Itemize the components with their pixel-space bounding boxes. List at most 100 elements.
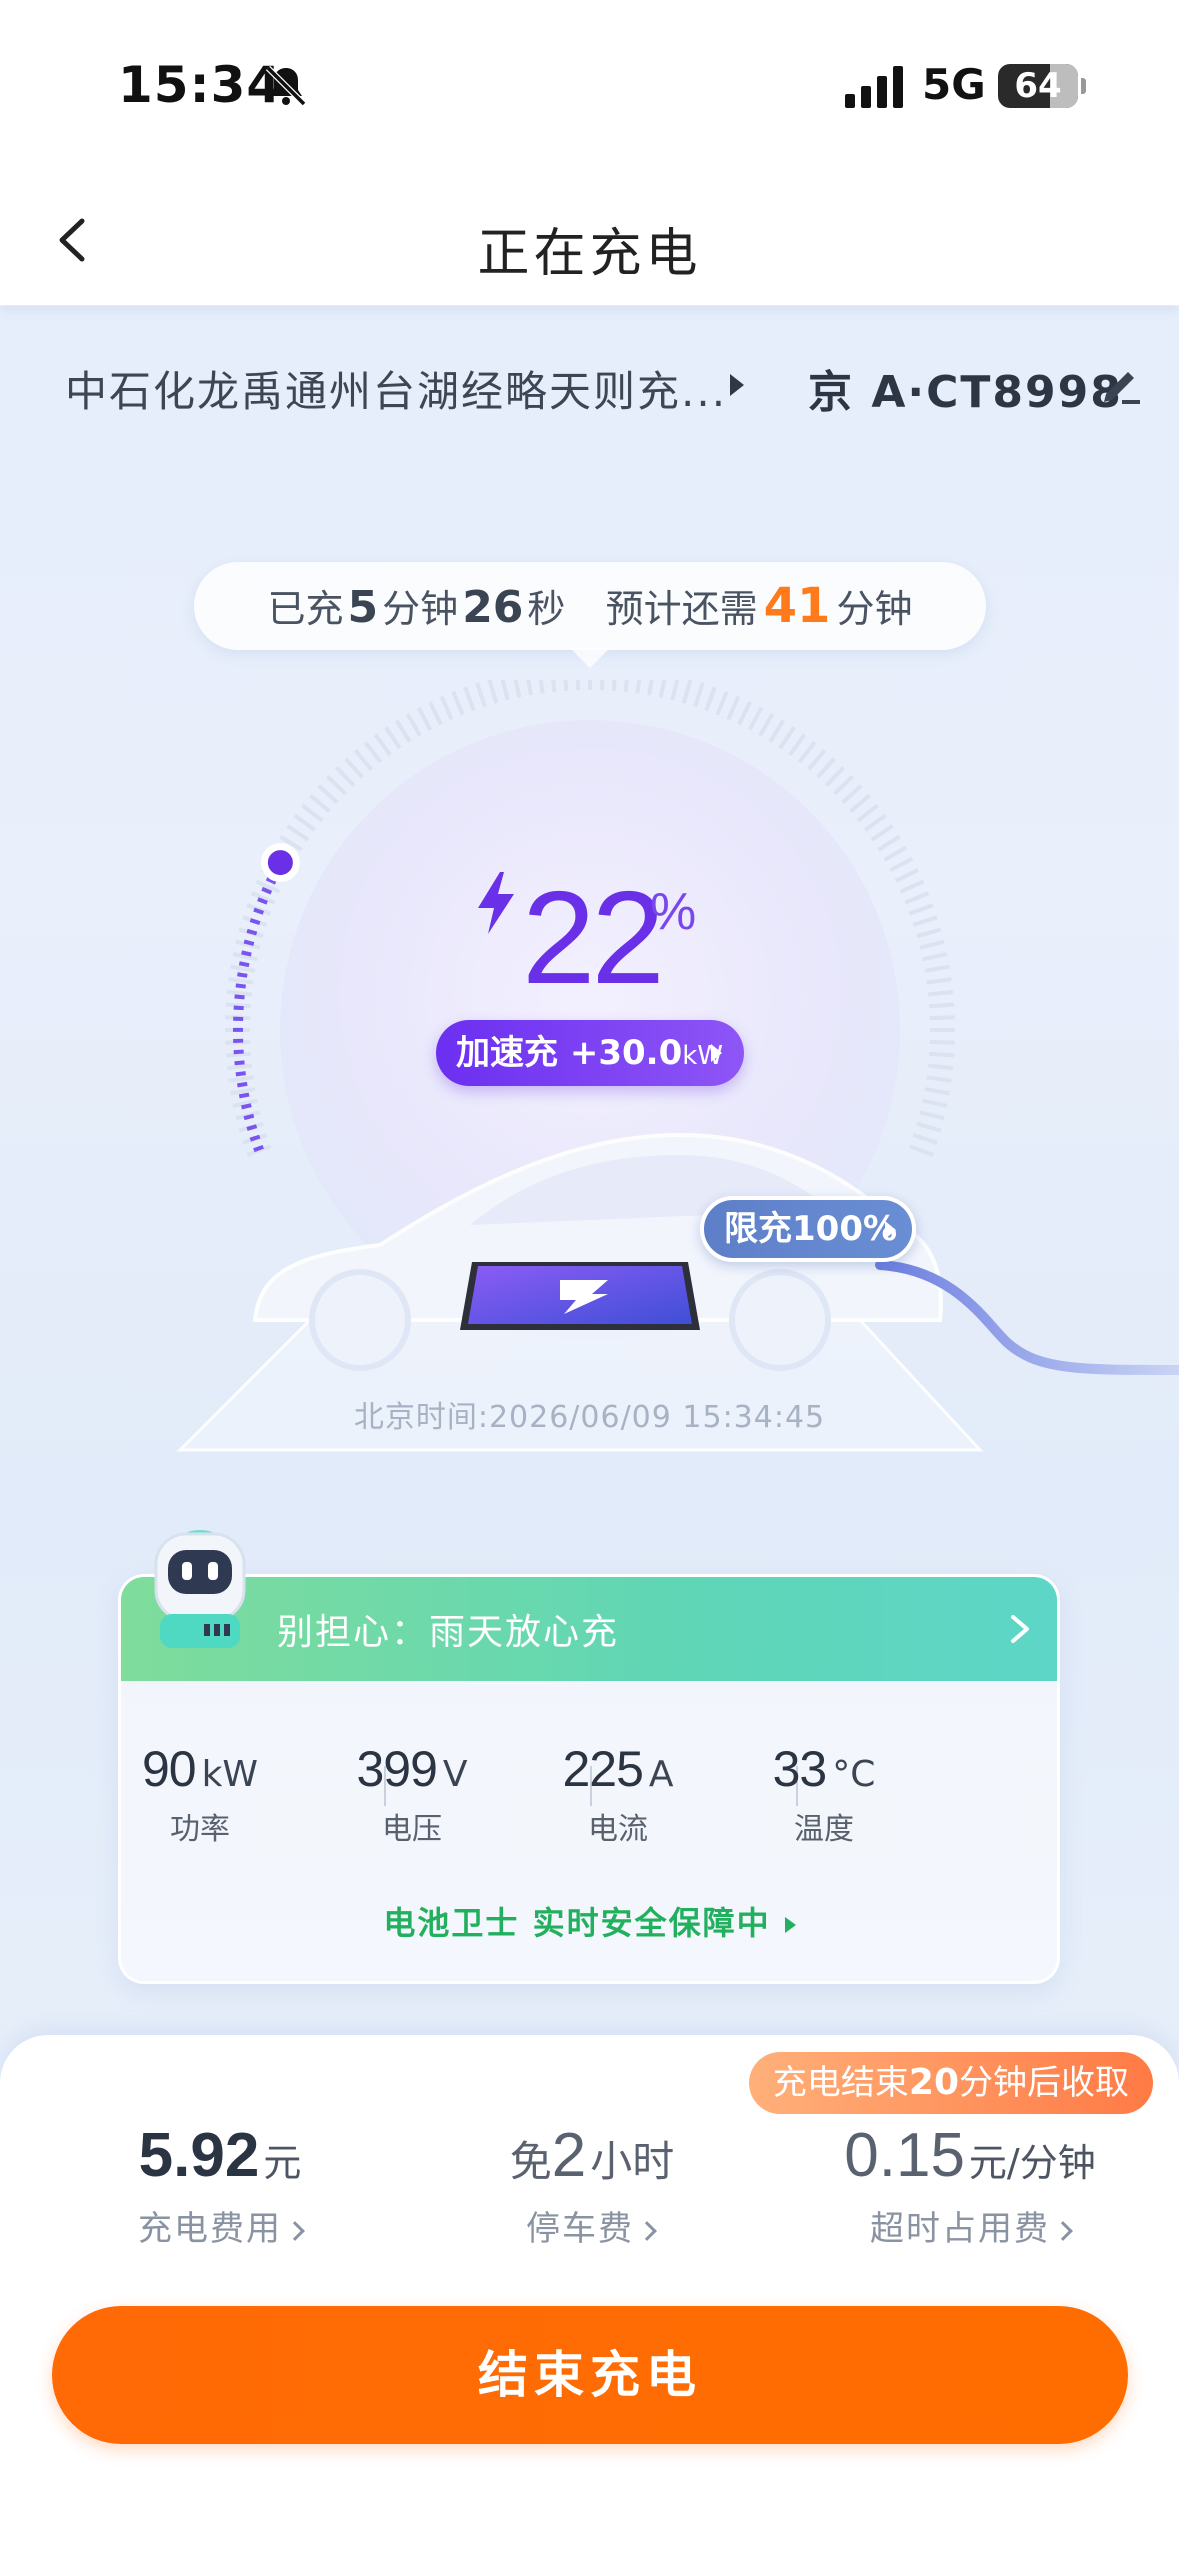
fee-unit: 小时 [590,2137,675,2186]
fee-label: 超时占用费 [870,2209,1050,2249]
battery-percent: 64 [1014,66,1062,106]
gauge-tick [611,680,617,691]
rain-safe-banner[interactable]: 别担心：雨天放心充 [121,1577,1057,1681]
charged-min-unit: 分钟 [382,587,459,631]
limit-label: 限充100% [724,1209,898,1249]
charge-limit-button[interactable]: 限充100% [700,1196,916,1262]
gauge-tick [563,680,569,691]
gauge-tick [797,741,817,764]
gauge-tick [635,680,642,694]
chevron-right-icon [1011,1615,1029,1643]
gauge-tick [747,706,764,731]
status-time: 15:34 [118,56,283,114]
gauge-tick [293,813,317,832]
charge-time-bubble: 已充5 分钟26 秒 预计还需 41 分钟 [194,562,986,650]
pickup-minutes: 20 [908,2062,959,2103]
gauge-tick [929,1015,955,1021]
remaining-prefix: 预计还需 [605,587,758,631]
gauge-tick [824,766,845,787]
lightning-icon [478,872,514,934]
gauge-tick [226,1063,253,1071]
gauge-tick [904,891,930,905]
battery-guard-link[interactable]: 电池卫士 实时安全保障中 [0,1898,1179,1944]
station-name[interactable]: 中石化龙禹通州台湖经略天则充... [65,358,727,419]
gauge-tick [513,680,522,698]
gauge-tick [883,845,908,862]
metric-label: 电流 [588,1812,648,1847]
gauge-tick [353,749,373,771]
status-bar: 15:34 5G 64 [0,0,1179,175]
gauge-tick [715,690,729,716]
pickup-prefix: 充电结束 [772,2063,909,2103]
gauge-tick [916,927,942,939]
chevron-right-icon [285,2220,305,2241]
gauge-tick [924,1087,950,1096]
gauge-tick [416,706,433,731]
fee-parking[interactable]: 免2小时 停车费 [470,2120,710,2250]
triangle-right-icon[interactable] [730,374,744,396]
boost-charge-button[interactable]: 加速充 +30.0kW [436,1020,744,1086]
fee-overtime[interactable]: 0.15 元/分钟 超时占用费 [830,2120,1110,2250]
gauge-tick [877,834,901,852]
charged-sec-unit: 秒 [527,587,566,631]
metric-voltage: 399 V 电压 [312,1740,512,1848]
gauge-tick [929,1002,955,1009]
end-charging-button[interactable]: 结束充电 [52,2306,1128,2444]
boost-value: +30.0 [569,1033,683,1073]
gauge-tick [538,680,545,694]
gauge-tick [919,1110,945,1121]
gauge-tick [344,757,364,779]
charge-percent: 22 [522,864,665,1011]
page-title: 正在充电 [477,224,702,284]
gauge-tick [373,733,392,757]
gauge-tick [301,803,324,823]
gauge-tick [863,813,887,832]
license-plate[interactable]: 京 A·CT8998 [808,356,1123,420]
gauge-tick [841,784,863,804]
fee-prefix: 免 [509,2137,552,2186]
gauge-tick [681,680,693,704]
gauge-tick [870,824,894,842]
gauge-tick [623,680,629,693]
gauge-tick [599,680,605,691]
charged-minutes: 5 [347,582,379,633]
beijing-time: 北京时间:2026/06/09 15:34:45 [353,1400,826,1435]
gauge-tick [439,695,454,721]
bubble-tail [570,648,610,668]
pickup-suffix: 分钟后收取 [959,2063,1129,2103]
metric-value: 33 [772,1741,828,1797]
fee-label: 停车费 [526,2209,634,2249]
fee-charging[interactable]: 5.92 元 充电费用 [90,2120,350,2250]
fee-value: 2 [551,2121,587,2190]
gauge-tick [225,1051,251,1058]
edit-pencil-icon[interactable] [1098,362,1144,408]
gauge-tick [226,989,253,997]
metric-unit: V [442,1754,468,1795]
gauge-tick [726,695,741,721]
gauge-tick [475,682,487,708]
metric-label: 功率 [170,1812,230,1847]
gauge-tick [228,1075,254,1083]
gauge-tick [737,701,752,726]
gauge-tick [463,686,476,712]
gauge-tick [428,701,443,726]
metric-value: 225 [562,1741,643,1797]
gauge-tick [384,726,402,750]
triangle-right-icon [711,1044,722,1062]
remaining-minutes: 41 [763,578,831,634]
gauge-tick [758,712,775,737]
car-wheel-rear [729,1269,831,1371]
gauge-tick [309,793,331,813]
gauge-tick [916,1121,942,1133]
pickup-fee-notice: 充电结束20分钟后收取 [748,2052,1153,2114]
gauge-tick [919,939,945,950]
metric-unit: A [648,1754,674,1795]
gauge-tick [500,680,510,701]
boost-label: 加速充 [456,1033,558,1073]
gauge-tick [856,803,879,823]
gauge-tick [335,766,356,787]
gauge-tick [363,741,383,764]
metric-power: 90 kW 功率 [100,1740,300,1848]
chevron-right-icon [1053,2220,1073,2241]
triangle-right-icon [885,1221,896,1239]
